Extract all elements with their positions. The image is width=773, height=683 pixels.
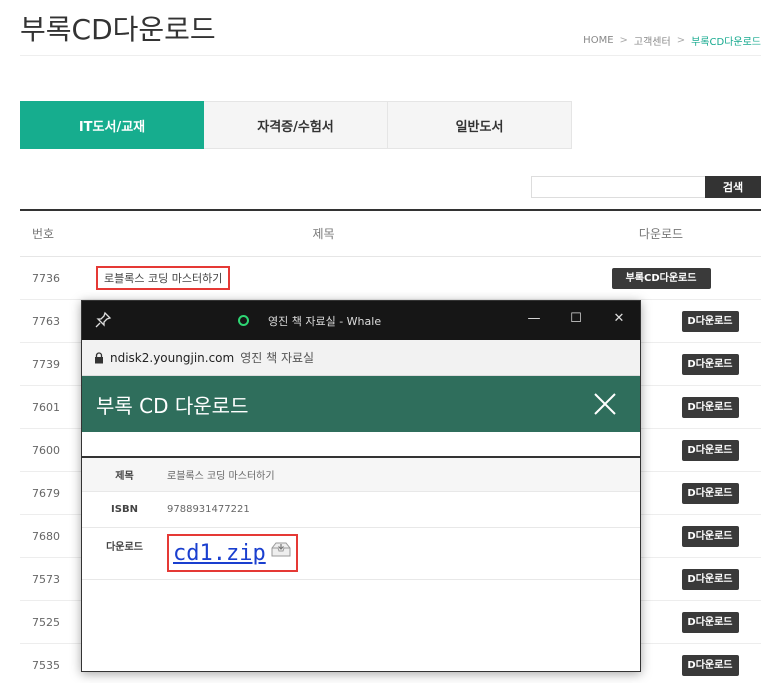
cd-download-button[interactable]: D다운로드 (681, 439, 739, 461)
close-window-icon[interactable]: ✕ (609, 309, 629, 329)
cd-download-button[interactable]: D다운로드 (681, 654, 739, 676)
info-row-isbn: ISBN 9788931477221 (82, 492, 640, 528)
row-no: 7679 (32, 486, 60, 500)
pin-icon[interactable] (94, 311, 112, 329)
info-row-download: 다운로드 cd1.zip (82, 528, 640, 580)
maximize-icon[interactable]: ☐ (566, 309, 586, 329)
close-icon[interactable] (592, 391, 618, 417)
search-input[interactable] (531, 176, 705, 198)
table-header: 번호 제목 다운로드 (20, 211, 761, 257)
header-title: 제목 (312, 227, 335, 241)
row-no: 7601 (32, 400, 60, 414)
download-tray-icon[interactable] (270, 540, 292, 558)
tab-general-books[interactable]: 일반도서 (388, 101, 572, 149)
tab-certification[interactable]: 자격증/수험서 (204, 101, 388, 149)
header-download: 다운로드 (638, 227, 684, 241)
download-popup-window: 영진 책 자료실 - Whale — ☐ ✕ ndisk2.youngjin.c… (81, 300, 641, 672)
cd-download-button[interactable]: 부록CD다운로드 (611, 267, 711, 289)
table-row: 7736 로블록스 코딩 마스터하기 부록CD다운로드 (20, 257, 761, 300)
lock-icon (95, 351, 103, 363)
divider (20, 55, 761, 56)
cd-download-button[interactable]: D다운로드 (681, 611, 739, 633)
cd-download-button[interactable]: D다운로드 (681, 310, 739, 332)
cd-download-button[interactable]: D다운로드 (681, 525, 739, 547)
page: 부록CD다운로드 HOME > 고객센터 > 부록CD다운로드 IT도서/교재 … (0, 0, 773, 683)
file-info-table: 제목 로블록스 코딩 마스터하기 ISBN 9788931477221 다운로드… (82, 458, 640, 580)
popup-header-title: 부록 CD 다운로드 (96, 393, 249, 418)
download-link-box: cd1.zip (167, 534, 298, 572)
window-titlebar[interactable]: 영진 책 자료실 - Whale — ☐ ✕ (82, 301, 640, 340)
row-no: 7573 (32, 572, 60, 586)
row-no: 7739 (32, 357, 60, 371)
info-row-title: 제목 로블록스 코딩 마스터하기 (82, 458, 640, 492)
row-no: 7600 (32, 443, 60, 457)
title-value: 로블록스 코딩 마스터하기 (167, 471, 275, 482)
cd-download-button[interactable]: D다운로드 (681, 482, 739, 504)
chevron-right-icon: > (676, 35, 686, 46)
search-bar: 검색 (531, 176, 761, 198)
whale-browser-icon (238, 315, 249, 326)
address-domain: ndisk2.youngjin.com (110, 350, 235, 365)
breadcrumb-center[interactable]: 고객센터 (634, 33, 671, 48)
row-no: 7525 (32, 615, 60, 629)
title-label: 제목 (115, 471, 134, 482)
popup-header: 부록 CD 다운로드 (82, 376, 640, 432)
cd-download-button[interactable]: D다운로드 (681, 353, 739, 375)
breadcrumb: HOME > 고객센터 > 부록CD다운로드 (583, 33, 761, 48)
minimize-icon[interactable]: — (524, 309, 544, 329)
isbn-label: ISBN (111, 504, 138, 515)
row-no: 7763 (32, 314, 60, 328)
breadcrumb-home[interactable]: HOME (583, 35, 613, 46)
chevron-right-icon: > (619, 35, 628, 46)
page-title: 부록CD다운로드 (20, 13, 216, 46)
header-no: 번호 (32, 227, 55, 241)
address-site-name: 영진 책 자료실 (240, 351, 315, 365)
download-label: 다운로드 (106, 542, 143, 553)
row-download: 부록CD다운로드 (561, 267, 761, 289)
category-tabs: IT도서/교재 자격증/수험서 일반도서 (20, 101, 572, 149)
row-title: 로블록스 코딩 마스터하기 (86, 266, 561, 290)
isbn-value: 9788931477221 (167, 504, 250, 515)
window-title: 영진 책 자료실 - Whale (268, 315, 382, 328)
file-download-link[interactable]: cd1.zip (173, 541, 266, 566)
breadcrumb-current[interactable]: 부록CD다운로드 (691, 33, 761, 48)
search-button[interactable]: 검색 (705, 176, 761, 198)
address-bar[interactable]: ndisk2.youngjin.com 영진 책 자료실 (82, 340, 640, 376)
book-title-link[interactable]: 로블록스 코딩 마스터하기 (96, 266, 231, 290)
divider (82, 432, 640, 458)
cd-download-button[interactable]: D다운로드 (681, 396, 739, 418)
cd-download-button[interactable]: D다운로드 (681, 568, 739, 590)
row-no: 7680 (32, 529, 60, 543)
row-no: 7736 (32, 271, 60, 285)
tab-it-books[interactable]: IT도서/교재 (20, 101, 204, 149)
row-no: 7535 (32, 658, 60, 672)
